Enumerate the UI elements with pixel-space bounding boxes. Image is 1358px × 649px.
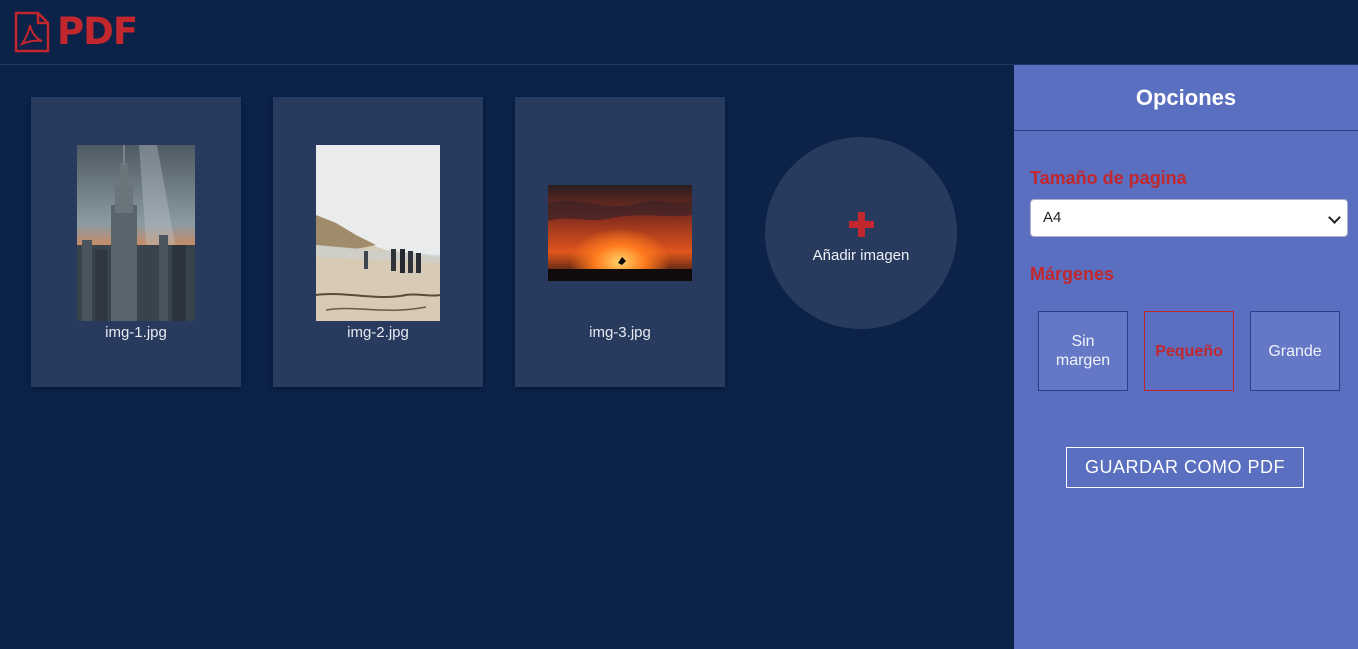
image-card[interactable]: img-3.jpg [515,97,725,387]
add-image-button[interactable]: Añadir imagen [765,137,957,329]
image-card[interactable]: img-1.jpg [31,97,241,387]
image-filename: img-2.jpg [347,324,409,341]
add-image-label: Añadir imagen [812,247,910,264]
image-filename: img-1.jpg [105,324,167,341]
image-filename: img-3.jpg [589,324,651,341]
page-size-label: Tamaño de pagina [1030,168,1187,188]
margin-small-button[interactable]: Pequeño [1144,311,1234,391]
chevron-down-icon [1328,211,1341,224]
options-title: Opciones [1014,65,1358,131]
margin-option-label: Grande [1268,342,1322,360]
plus-icon [849,212,874,237]
app-logo[interactable]: PDF [14,10,138,53]
image-card[interactable]: img-2.jpg [273,97,483,387]
page-size-value: A4 [1043,209,1062,226]
image-thumbnail [77,145,195,321]
margin-large-button[interactable]: Grande [1250,311,1340,391]
pdf-file-icon [14,11,50,53]
logo-text: PDF [57,10,138,53]
image-thumbnail [316,145,440,321]
options-panel: Opciones Tamaño de pagina A4 Márgenes Si… [1014,65,1358,649]
margin-option-label: Pequeño [1155,342,1223,360]
margin-option-label: Sin margen [1055,333,1111,369]
app-header: PDF [0,0,1358,65]
image-thumbnail [548,185,692,281]
margin-none-button[interactable]: Sin margen [1038,311,1128,391]
page-size-select[interactable]: A4 [1030,199,1348,237]
save-as-pdf-button[interactable]: GUARDAR COMO PDF [1066,447,1304,488]
margins-label: Márgenes [1030,264,1115,284]
